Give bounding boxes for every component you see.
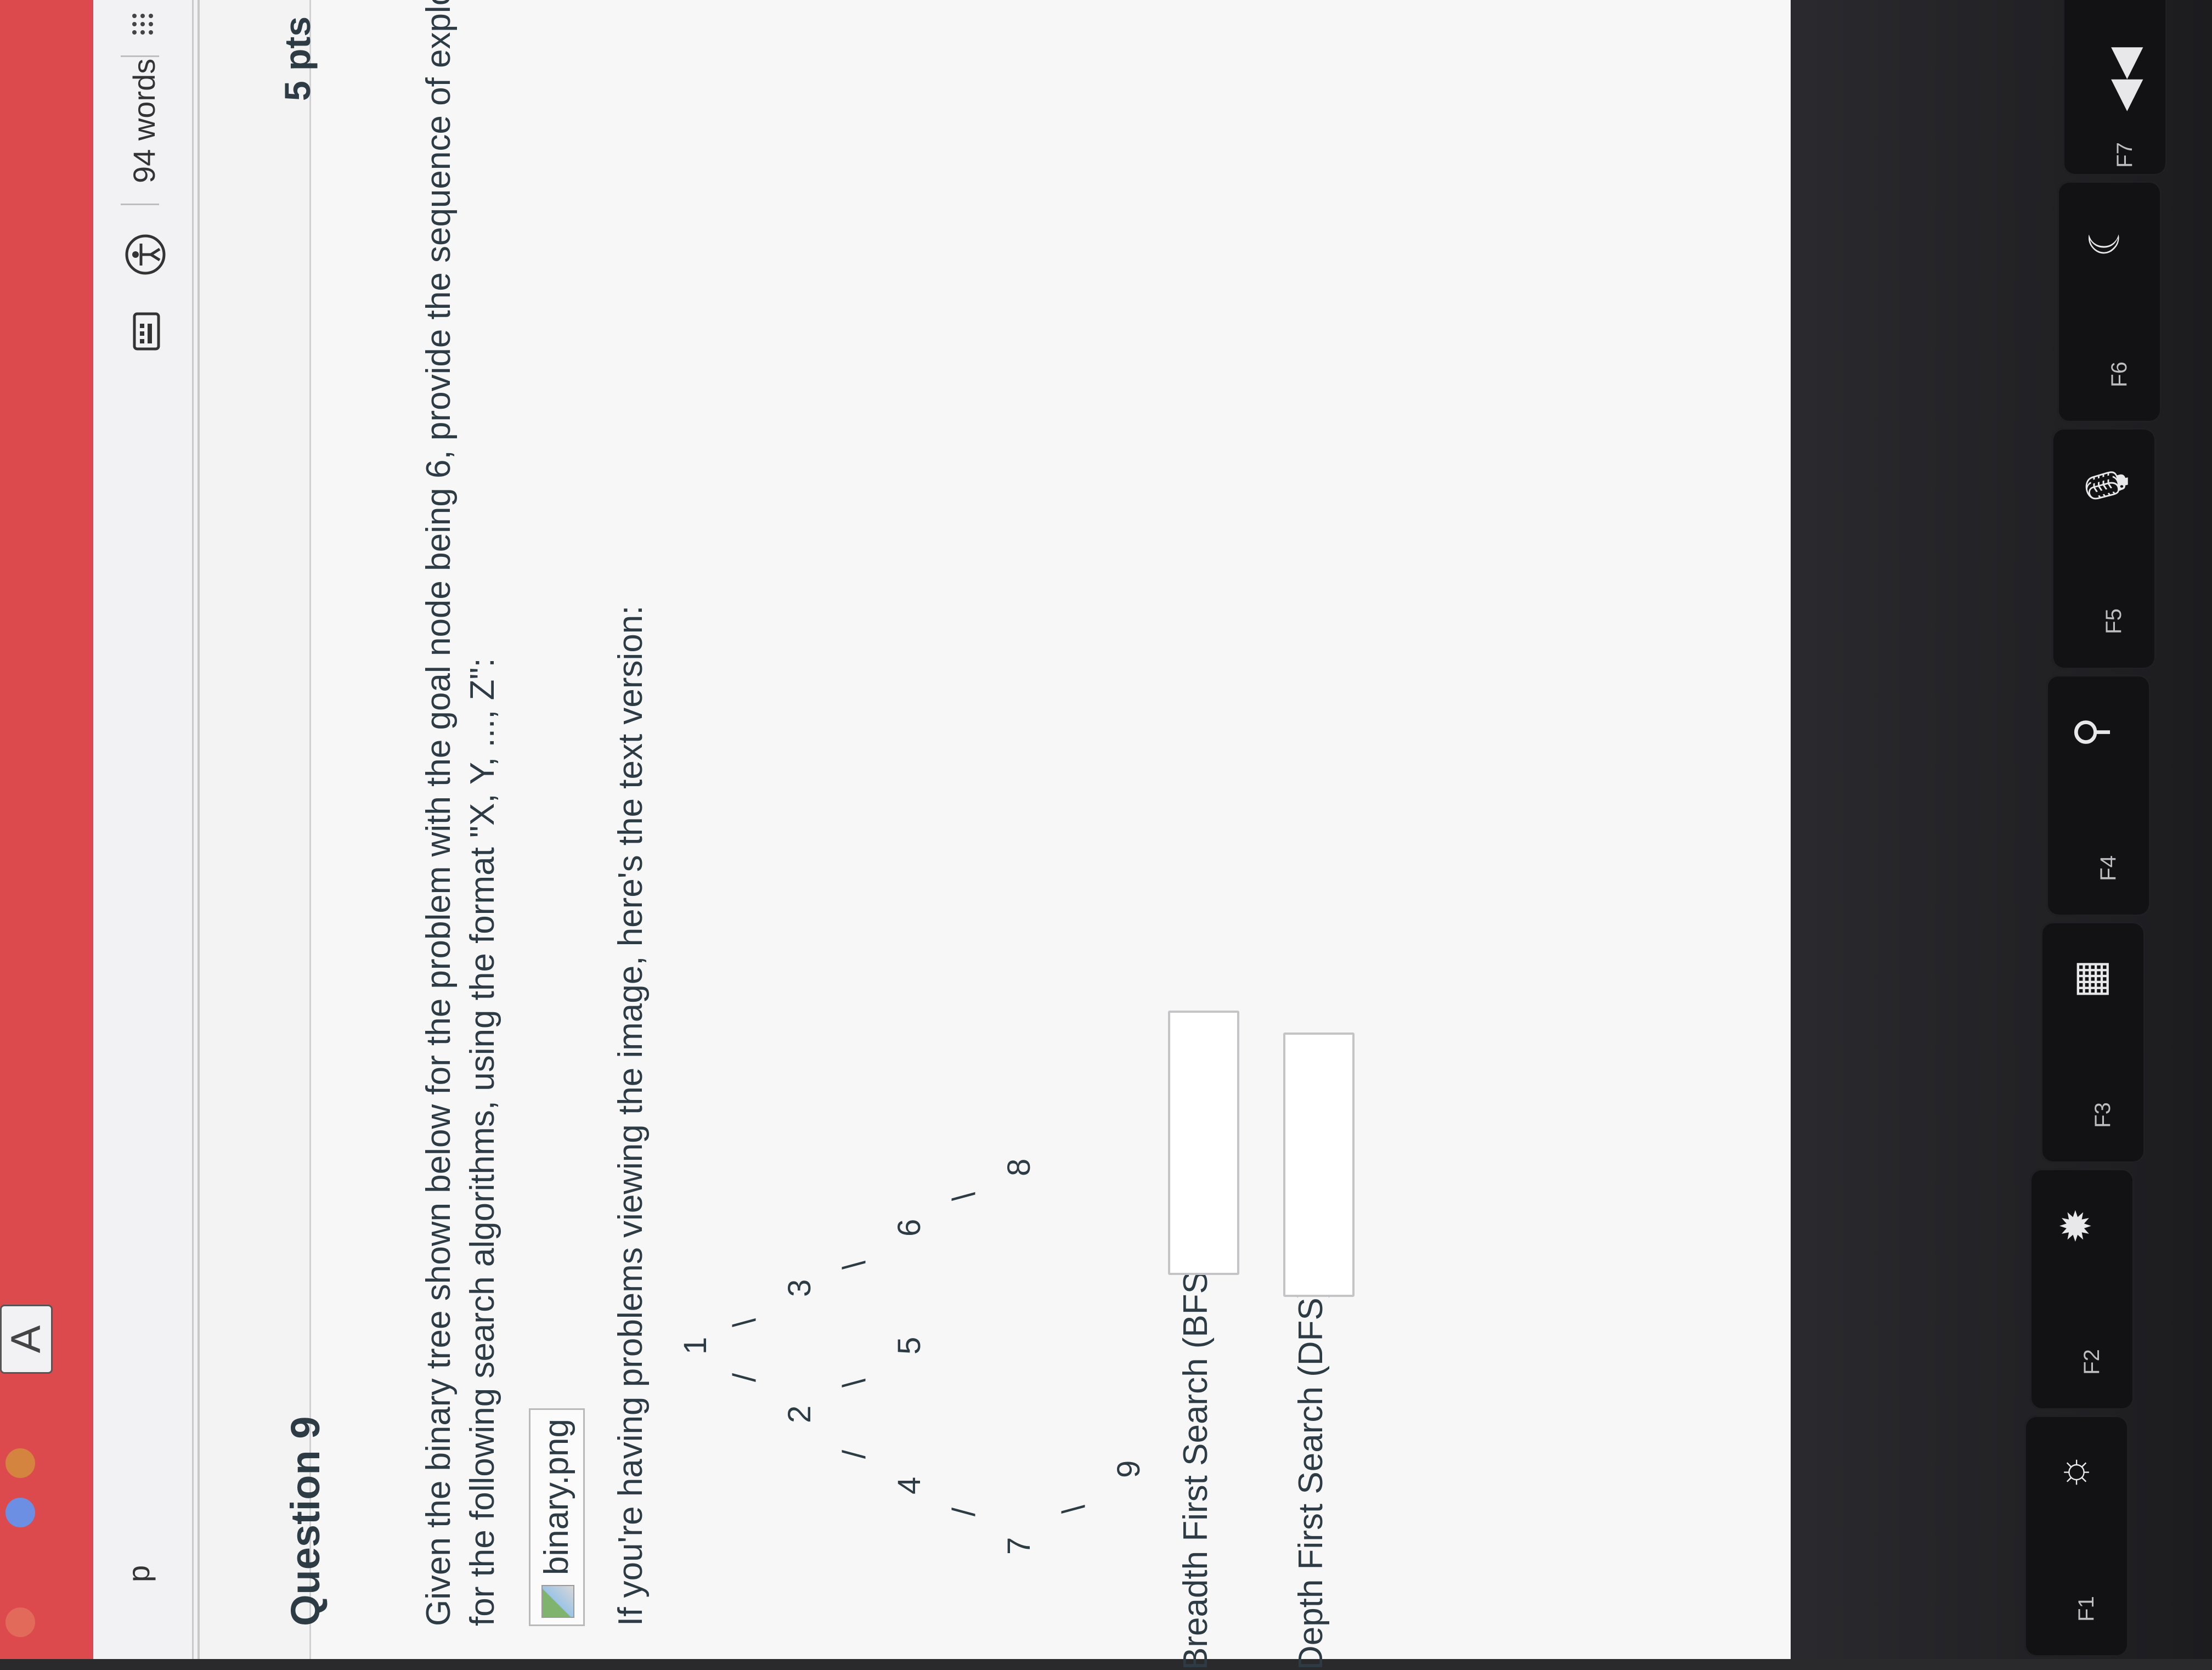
broken-image-icon (541, 1585, 574, 1618)
brightness-up-icon: ✹ (2053, 1208, 2100, 1244)
tab-icon-orange[interactable] (5, 1448, 35, 1478)
question-header (200, 0, 311, 1659)
question-title: Question 9 (283, 1416, 328, 1626)
browser-screen: A p 94 words Question 9 5 pts Given the … (0, 0, 1791, 1670)
tree-edge: / (837, 1449, 872, 1459)
question-prompt-line1: Given the binary tree shown below for th… (420, 0, 458, 1626)
photo-background: A p 94 words Question 9 5 pts Given the … (0, 0, 2212, 1670)
tree-node-4: 4 (891, 1476, 927, 1494)
tree-edge: \ (946, 1192, 982, 1201)
tree-node-3: 3 (782, 1279, 817, 1297)
rewind-icon: ◀◀ (2100, 47, 2147, 111)
browser-tab-a[interactable]: A (0, 1305, 53, 1374)
key-f4[interactable]: ⚲ F4 (2046, 675, 2151, 916)
microphone-icon: 🎙 (2084, 459, 2131, 512)
key-f2-label: F2 (2079, 1349, 2104, 1375)
status-divider (121, 204, 159, 205)
brightness-down-icon: ☼ (2049, 1453, 2096, 1492)
bfs-answer-input[interactable] (1168, 1011, 1239, 1275)
text-version-intro: If you're having problems viewing the im… (612, 605, 650, 1626)
key-f5[interactable]: 🎙 F5 (2052, 428, 2156, 669)
key-f6[interactable]: ☾ F6 (2057, 181, 2162, 422)
tree-node-7: 7 (1001, 1537, 1037, 1555)
question-prompt-line2: for the following search algorithms, usi… (464, 658, 501, 1626)
tree-edge: \ (837, 1260, 872, 1270)
tree-edge: \ (727, 1318, 763, 1327)
tree-node-8: 8 (1001, 1158, 1037, 1176)
keyboard-icon[interactable] (123, 309, 167, 353)
editor-status-bar: p 94 words (93, 0, 194, 1659)
question-card: Question 9 5 pts Given the binary tree s… (198, 0, 1791, 1670)
tree-edge: \ (1056, 1504, 1092, 1514)
key-f4-label: F4 (2096, 855, 2120, 881)
bfs-label: Breadth First Search (BFS): (1177, 1250, 1215, 1670)
search-icon: ⚲ (2067, 716, 2114, 748)
do-not-disturb-icon: ☾ (2081, 219, 2129, 257)
key-f5-label: F5 (2101, 608, 2126, 634)
key-f1[interactable]: ☼ F1 (2024, 1415, 2129, 1657)
tree-edge: \ (837, 1378, 872, 1387)
status-divider (121, 55, 159, 57)
key-f3[interactable]: ▦ F3 (2041, 922, 2145, 1163)
tree-node-5: 5 (891, 1336, 927, 1355)
tree-node-6: 6 (891, 1218, 927, 1237)
browser-top-bar: A (0, 0, 93, 1659)
key-f3-label: F3 (2090, 1102, 2115, 1128)
binary-image-link[interactable]: binary.png (529, 1408, 585, 1626)
question-points: 5 pts (277, 16, 318, 101)
dfs-answer-input[interactable] (1283, 1033, 1355, 1297)
tab-icon-blue[interactable] (5, 1498, 35, 1527)
dfs-label: Depth First Search (DFS): (1292, 1277, 1330, 1670)
binary-image-name: binary.png (538, 1419, 575, 1575)
key-f1-label: F1 (2074, 1596, 2098, 1622)
tab-icon-red[interactable] (5, 1607, 35, 1637)
tree-node-1: 1 (678, 1336, 713, 1355)
key-f6-label: F6 (2107, 362, 2131, 387)
mission-control-icon: ▦ (2066, 959, 2113, 999)
paragraph-indicator[interactable]: p (121, 1565, 156, 1582)
tree-node-9: 9 (1111, 1460, 1147, 1478)
key-f2[interactable]: ✹ F2 (2030, 1169, 2134, 1410)
key-f7[interactable]: ◀◀ F7 (2063, 0, 2167, 176)
tree-node-2: 2 (782, 1405, 817, 1423)
word-count: 94 words (127, 58, 161, 183)
drag-handle-icon[interactable] (123, 0, 167, 41)
accessibility-icon[interactable] (123, 233, 167, 277)
key-f7-label: F7 (2112, 142, 2137, 168)
tree-edge: / (727, 1373, 763, 1382)
tree-edge: / (946, 1507, 982, 1516)
